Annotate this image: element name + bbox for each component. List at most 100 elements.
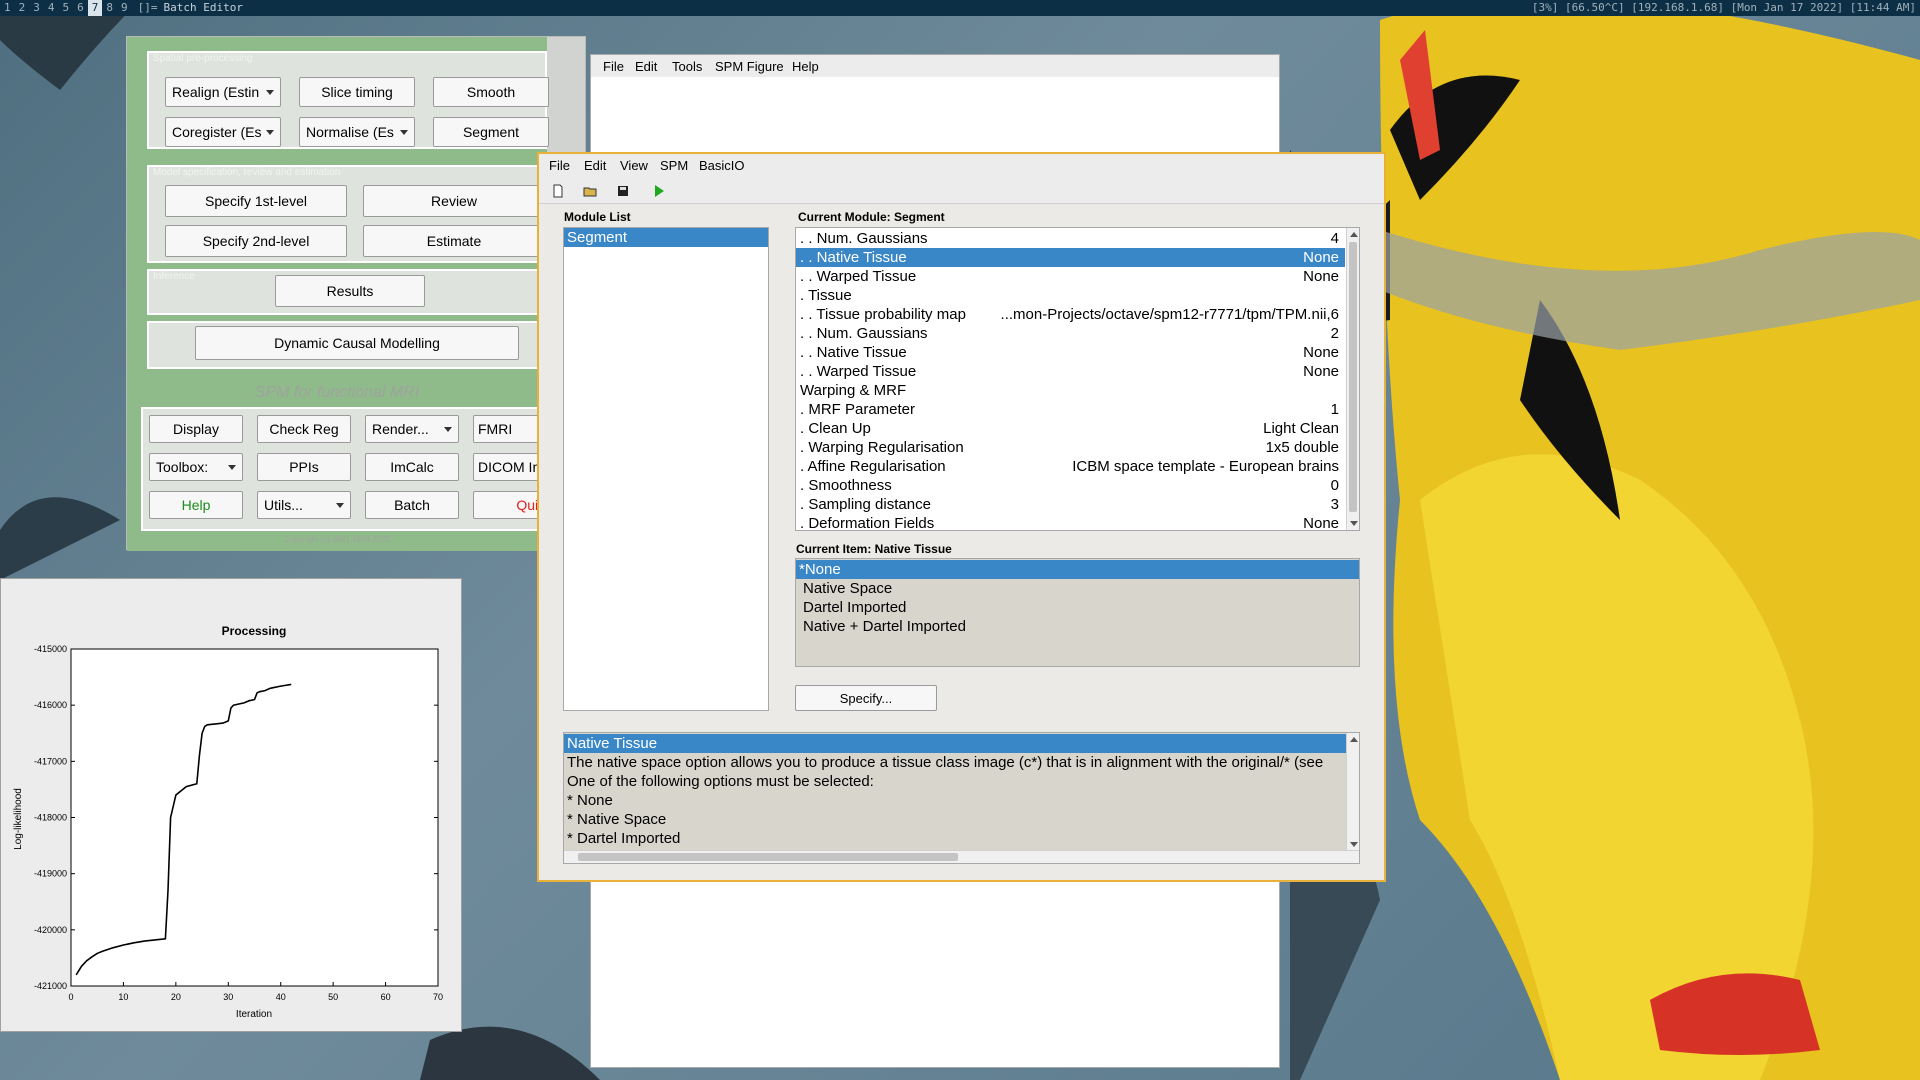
module-item-label: . . Native Tissue (800, 344, 907, 361)
module-item-row[interactable]: . . Warped Tissue None (796, 267, 1345, 286)
batch-menu-spm[interactable]: SPM (660, 158, 688, 173)
results-button[interactable]: Results (275, 275, 425, 307)
module-item-label: . Smoothness (800, 477, 892, 494)
workspace-4[interactable]: 4 (44, 0, 59, 16)
save-icon[interactable] (614, 182, 632, 200)
inference-title: Inference (153, 271, 195, 282)
module-item-label: . MRF Parameter (800, 401, 916, 418)
module-item-row[interactable]: . . Native Tissue None (796, 343, 1345, 362)
new-file-icon[interactable] (549, 182, 567, 200)
module-items-list[interactable]: . . Num. Gaussians 4 . . Native Tissue None… (795, 227, 1360, 531)
module-item-row[interactable]: . Sampling distance 3 (796, 495, 1345, 514)
slice-timing-button[interactable]: Slice timing (299, 77, 415, 107)
module-item-value: None (1303, 363, 1339, 380)
help-vscrollbar[interactable] (1346, 733, 1359, 851)
option-item[interactable]: Dartel Imported (796, 598, 906, 617)
batch-menu-view[interactable]: View (620, 158, 648, 173)
module-item-value: ...mon-Projects/octave/spm12-r7771/tpm/T… (1000, 306, 1339, 323)
layout-indicator[interactable]: []= (132, 1, 164, 14)
module-item-row[interactable]: . Clean Up Light Clean (796, 419, 1345, 438)
option-item[interactable]: Native + Dartel Imported (796, 617, 966, 636)
module-item-row[interactable]: . . Tissue probability map ...mon-Project… (796, 305, 1345, 324)
utils-popup[interactable]: Utils... (257, 491, 351, 519)
open-folder-icon[interactable] (581, 182, 599, 200)
module-item-row[interactable]: . . Num. Gaussians 2 (796, 324, 1345, 343)
smooth-button[interactable]: Smooth (433, 77, 549, 107)
workspace-3[interactable]: 3 (29, 0, 44, 16)
workspace-5[interactable]: 5 (59, 0, 74, 16)
scroll-down-icon[interactable] (1350, 521, 1358, 526)
batch-menu-basicio[interactable]: BasicIO (699, 158, 745, 173)
option-item[interactable]: Native Space (796, 579, 892, 598)
workspace-9[interactable]: 9 (117, 0, 132, 16)
x-tick-label: 0 (68, 992, 73, 1002)
check-reg-button[interactable]: Check Reg (257, 415, 351, 443)
normalise-popup[interactable]: Normalise (Es (299, 117, 415, 147)
realign-popup[interactable]: Realign (Estin (165, 77, 281, 107)
workspace-1[interactable]: 1 (0, 0, 15, 16)
module-item-row[interactable]: . Warping Regularisation 1x5 double (796, 438, 1345, 457)
specify-button[interactable]: Specify... (795, 685, 937, 711)
scroll-up-icon[interactable] (1350, 737, 1358, 742)
workspace-8[interactable]: 8 (102, 0, 117, 16)
help-line: * Dartel Imported (567, 830, 681, 847)
help-hscrollbar[interactable] (564, 850, 1359, 863)
run-icon[interactable] (650, 182, 668, 200)
figure-menu-tools[interactable]: Tools (672, 59, 702, 74)
module-item-row[interactable]: . Tissue (796, 286, 1345, 305)
dcm-button[interactable]: Dynamic Causal Modelling (195, 326, 519, 360)
module-item-label: . Tissue (800, 287, 852, 304)
workspace-7[interactable]: 7 (87, 0, 103, 16)
toolbox-popup[interactable]: Toolbox: (149, 453, 243, 481)
specify-1st-level-button[interactable]: Specify 1st-level (165, 185, 347, 217)
help-text-box[interactable]: Native Tissue The native space option al… (563, 732, 1360, 864)
module-item-row[interactable]: . Smoothness 0 (796, 476, 1345, 495)
scroll-down-icon[interactable] (1350, 842, 1358, 847)
module-item-row[interactable]: . . Num. Gaussians 4 (796, 229, 1345, 248)
module-list-label: Module List (564, 210, 631, 224)
coregister-popup[interactable]: Coregister (Es (165, 117, 281, 147)
dicom-import-button[interactable]: DICOM Im (473, 453, 547, 481)
help-button[interactable]: Help (149, 491, 243, 519)
fmri-button[interactable]: FMRI (473, 415, 547, 443)
quit-button[interactable]: Quit (473, 491, 547, 519)
ppis-button[interactable]: PPIs (257, 453, 351, 481)
imcalc-button[interactable]: ImCalc (365, 453, 459, 481)
workspace-2[interactable]: 2 (15, 0, 30, 16)
options-list[interactable]: *None Native Space Dartel Imported Nativ… (795, 558, 1360, 667)
estimate-button[interactable]: Estimate (363, 225, 545, 257)
batch-button[interactable]: Batch (365, 491, 459, 519)
module-item-row[interactable]: . MRF Parameter 1 (796, 400, 1345, 419)
module-list-item[interactable]: Segment (564, 228, 768, 247)
module-item-value: ICBM space template - European brains (1072, 458, 1339, 475)
option-item[interactable]: *None (796, 560, 1359, 579)
render-popup[interactable]: Render... (365, 415, 459, 443)
figure-menu-spm-figure[interactable]: SPM Figure (715, 59, 784, 74)
figure-menu-edit[interactable]: Edit (635, 59, 657, 74)
review-button[interactable]: Review (363, 185, 545, 217)
workspace-6[interactable]: 6 (73, 0, 88, 16)
module-item-row[interactable]: Warping & MRF (796, 381, 1345, 400)
scroll-up-icon[interactable] (1350, 232, 1358, 237)
module-list[interactable]: Segment (563, 227, 769, 711)
scroll-thumb[interactable] (1349, 242, 1357, 512)
figure-menu-help[interactable]: Help (792, 59, 819, 74)
module-item-row[interactable]: . . Native Tissue None (796, 248, 1345, 267)
current-module-label: Current Module: Segment (798, 210, 945, 224)
segment-button[interactable]: Segment (433, 117, 549, 147)
module-item-label: . . Num. Gaussians (800, 230, 928, 247)
module-item-value: Light Clean (1263, 420, 1339, 437)
chevron-down-icon (400, 129, 408, 135)
h-scroll-thumb[interactable] (578, 853, 958, 861)
current-item-label: Current Item: Native Tissue (796, 542, 952, 556)
batch-menu-file[interactable]: File (549, 158, 570, 173)
module-items-scrollbar[interactable] (1346, 228, 1359, 530)
display-button[interactable]: Display (149, 415, 243, 443)
module-item-row[interactable]: . Deformation Fields None (796, 514, 1345, 530)
figure-menu-file[interactable]: File (603, 59, 624, 74)
specify-2nd-level-button[interactable]: Specify 2nd-level (165, 225, 347, 257)
module-item-row[interactable]: . Affine Regularisation ICBM space templa… (796, 457, 1345, 476)
module-item-row[interactable]: . . Warped Tissue None (796, 362, 1345, 381)
batch-menu-edit[interactable]: Edit (584, 158, 606, 173)
y-tick-label: -416000 (34, 700, 67, 710)
